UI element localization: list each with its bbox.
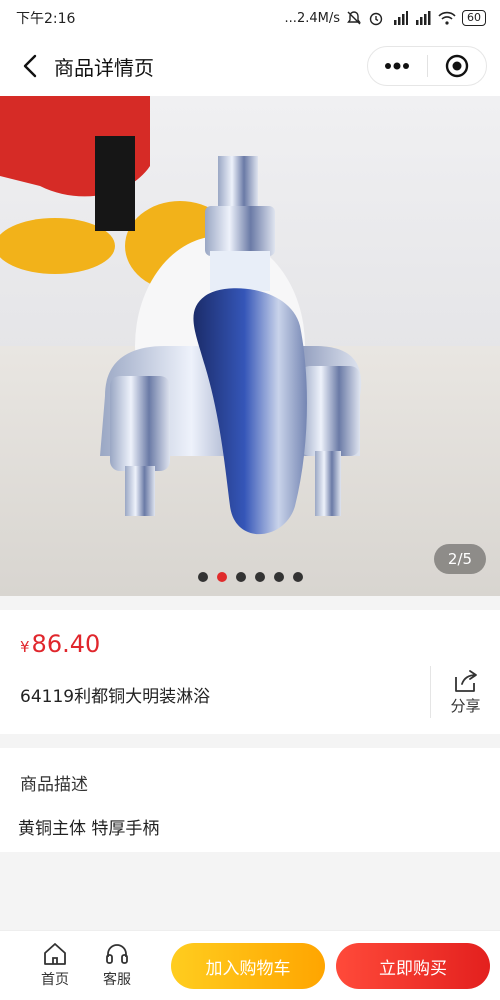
price-value: 86.40 [31,630,101,658]
headset-icon [106,944,128,964]
carousel-dot[interactable] [254,572,265,582]
carousel-dot[interactable] [235,572,246,582]
more-button[interactable] [368,47,427,85]
product-info-card: ¥86.40 64119利都铜大明装淋浴 分享 [0,610,500,734]
product-price: ¥86.40 [20,630,100,658]
home-icon [44,943,66,965]
faucet-product-photo [0,96,362,535]
mute-icon [347,11,361,25]
currency-symbol: ¥ [20,638,30,656]
carousel-dot[interactable] [292,572,303,582]
network-speed: ...2.4M/s [284,10,340,26]
share-button[interactable]: 分享 [430,666,500,718]
status-time: 下午2:16 [16,11,76,27]
back-button[interactable] [10,46,50,86]
home-label: 首页 [41,972,69,988]
alarm-icon [369,12,383,26]
buy-now-button[interactable]: 立即购买 [336,943,490,989]
product-name: 64119利都铜大明装淋浴 [20,687,211,707]
customer-service-tab[interactable]: 客服 [92,941,142,989]
page-title: 商品详情页 [54,55,154,80]
description-text: 黄铜主体 特厚手柄 [18,819,160,839]
carousel-dot[interactable] [216,572,227,582]
description-title: 商品描述 [20,775,88,795]
image-counter: 2/5 [434,544,486,574]
wifi-icon [438,11,456,25]
signal-icon [416,11,431,25]
product-image-carousel[interactable]: 2/5 [0,96,500,596]
battery-icon: 60 [462,10,486,26]
share-icon [454,669,477,692]
close-mini-program-button[interactable] [428,47,487,85]
share-label: 分享 [450,696,481,715]
home-tab[interactable]: 首页 [30,941,80,989]
carousel-dots [0,572,500,582]
bottom-action-bar: 首页 客服 加入购物车 立即购买 [0,930,500,1000]
more-dots-icon [385,62,410,70]
product-description-card: 商品描述 黄铜主体 特厚手柄 [0,748,500,852]
mini-program-capsule [367,46,487,86]
nav-bar: 商品详情页 [0,36,500,96]
status-bar: 下午2:16 ...2.4M/s 60 [0,0,500,36]
add-to-cart-button[interactable]: 加入购物车 [171,943,325,989]
status-icons: ...2.4M/s 60 [285,10,486,26]
chevron-left-icon [23,54,37,78]
service-label: 客服 [103,972,131,988]
target-circle-icon [445,54,468,78]
hd-signal-icon [394,11,408,25]
carousel-dot[interactable] [273,572,284,582]
carousel-dot[interactable] [197,572,208,582]
